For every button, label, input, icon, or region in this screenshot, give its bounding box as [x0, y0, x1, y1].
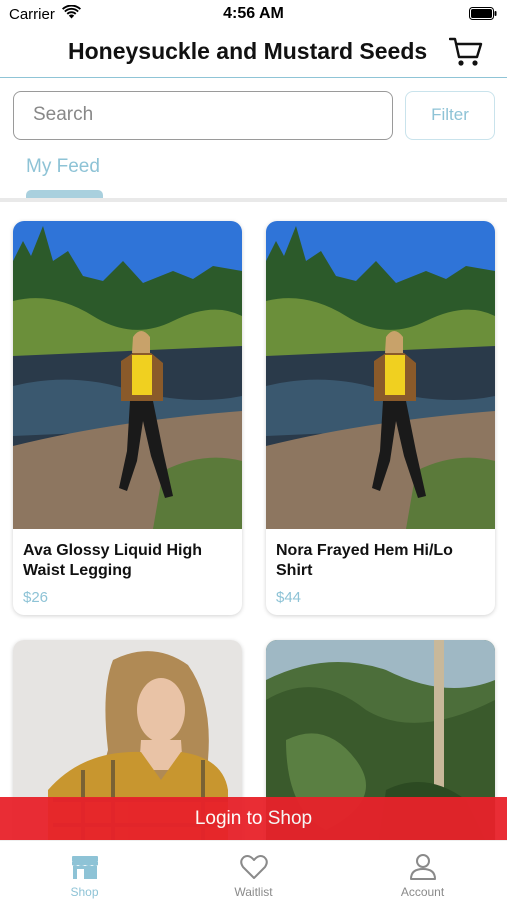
status-time: 4:56 AM	[223, 5, 284, 22]
header-divider	[0, 77, 507, 78]
login-to-shop-button[interactable]: Login to Shop	[0, 797, 507, 840]
heart-icon	[240, 855, 268, 879]
tab-active-indicator	[26, 190, 103, 198]
product-card[interactable]: Ava Glossy Liquid High Waist Legging $26	[13, 221, 242, 615]
tabbar-item-shop[interactable]: Shop	[0, 841, 169, 900]
product-name: Nora Frayed Hem Hi/Lo Shirt	[276, 542, 453, 579]
product-price: $44	[276, 589, 302, 606]
filter-button[interactable]: Filter	[405, 91, 495, 140]
search-input[interactable]: Search	[13, 91, 393, 140]
tab-divider	[0, 198, 507, 202]
product-card[interactable]: Nora Frayed Hem Hi/Lo Shirt $44	[266, 221, 495, 615]
status-bar: Carrier 4:56 AM	[0, 0, 507, 28]
app-header: Honeysuckle and Mustard Seeds	[0, 28, 507, 78]
cart-icon[interactable]	[449, 36, 483, 68]
person-icon	[410, 854, 436, 880]
tabbar-item-waitlist[interactable]: Waitlist	[169, 841, 338, 900]
store-icon	[72, 856, 98, 879]
product-image	[266, 221, 495, 529]
tabbar-label-waitlist: Waitlist	[234, 885, 273, 899]
tabbar-label-account: Account	[400, 885, 445, 899]
product-name: Ava Glossy Liquid High Waist Legging	[23, 542, 202, 579]
tabbar-item-account[interactable]: Account	[338, 841, 507, 900]
product-image	[13, 221, 242, 529]
store-title: Honeysuckle and Mustard Seeds	[68, 38, 428, 64]
product-price: $26	[23, 589, 49, 606]
battery-icon	[469, 7, 497, 20]
bottom-tab-bar: Shop Waitlist Account	[0, 840, 507, 900]
tab-my-feed[interactable]: My Feed	[26, 156, 100, 178]
tabbar-label-shop: Shop	[70, 885, 99, 899]
